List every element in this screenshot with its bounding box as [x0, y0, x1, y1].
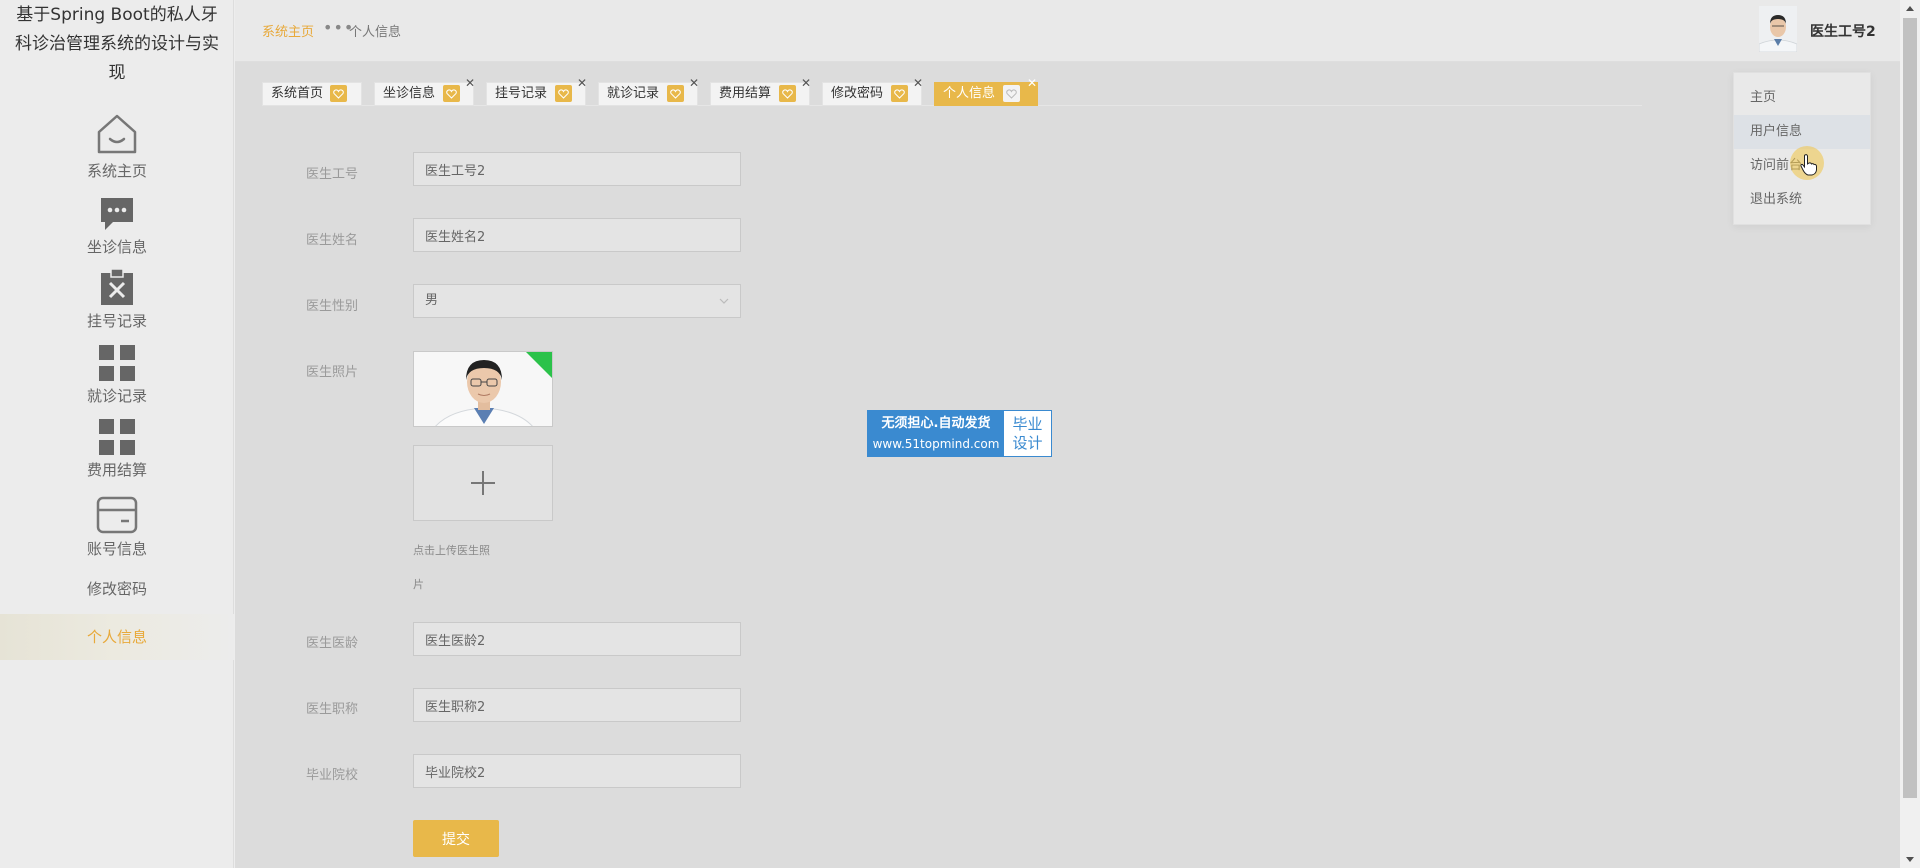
tab-label: 就诊记录	[607, 86, 660, 101]
heart-icon	[443, 85, 460, 102]
sidebar-item-label: 系统主页	[86, 162, 147, 180]
sidebar: 基于Spring Boot的私人牙科诊治管理系统的设计与实现 系统主页 坐诊信息…	[0, 0, 234, 868]
scrollbar-thumb[interactable]	[1903, 18, 1917, 798]
close-icon[interactable]: ✕	[801, 77, 811, 89]
card-icon	[96, 496, 138, 534]
close-icon[interactable]: ✕	[913, 77, 923, 89]
tab-registration[interactable]: 挂号记录 ✕	[486, 77, 587, 106]
close-icon[interactable]: ✕	[577, 77, 587, 89]
heart-icon	[667, 85, 684, 102]
sidebar-item-change-password[interactable]: 修改密码	[0, 566, 234, 612]
tab-profile[interactable]: 个人信息 ✕	[934, 77, 1038, 106]
graduate-school-field[interactable]	[413, 754, 741, 788]
sidebar-item-consultation[interactable]: 坐诊信息	[0, 196, 234, 257]
sidebar-item-account[interactable]: 账号信息	[0, 496, 234, 559]
heart-icon	[1003, 85, 1020, 102]
chat-icon	[101, 198, 133, 230]
sidebar-item-label: 坐诊信息	[86, 238, 147, 256]
doctor-seniority-field[interactable]	[413, 622, 741, 656]
tab-change-password[interactable]: 修改密码 ✕	[822, 77, 923, 106]
breadcrumb-current: 个人信息	[349, 25, 402, 40]
selected-value: 男	[425, 293, 439, 308]
tab-label: 挂号记录	[495, 86, 548, 101]
heart-icon	[891, 85, 908, 102]
chevron-down-icon	[719, 298, 729, 304]
avatar[interactable]	[1759, 6, 1797, 52]
graduate-school-label: 毕业院校	[306, 768, 359, 783]
tab-consultation[interactable]: 坐诊信息 ✕	[374, 77, 475, 106]
top-bar: 系统主页 ••• 个人信息 医生工号2	[235, 0, 1900, 62]
sidebar-item-label: 费用结算	[86, 461, 147, 479]
watermark-left: 无须担心.自动发货 www.51topmind.com	[868, 411, 1004, 456]
close-icon[interactable]: ✕	[689, 77, 699, 89]
vertical-scrollbar[interactable]	[1900, 0, 1920, 868]
sidebar-item-label: 挂号记录	[86, 312, 147, 330]
selected-corner-badge	[526, 352, 552, 378]
heart-icon	[555, 85, 572, 102]
tab-label: 费用结算	[719, 86, 772, 101]
photo-upload-button[interactable]	[413, 445, 553, 521]
tab-label: 修改密码	[831, 86, 884, 101]
doctor-name-label: 医生姓名	[306, 233, 359, 248]
sidebar-item-billing[interactable]: 费用结算	[0, 419, 234, 480]
doctor-title-label: 医生职称	[306, 702, 359, 717]
plus-icon	[471, 471, 495, 495]
watermark-right-line2: 设计	[1012, 434, 1043, 452]
sidebar-item-label: 就诊记录	[86, 387, 147, 405]
doctor-id-field[interactable]	[413, 152, 741, 186]
doctor-name-field[interactable]	[413, 218, 741, 252]
upload-hint-line1: 点击上传医生照	[413, 544, 490, 557]
main-content: 系统主页 ••• 个人信息 医生工号2 系统首页 坐诊信息 ✕ 挂号记录 ✕ 就…	[235, 0, 1900, 868]
tab-label: 系统首页	[271, 86, 324, 101]
sidebar-item-registration[interactable]: 挂号记录	[0, 268, 234, 331]
grid-icon	[99, 419, 135, 455]
watermark-right: 毕业 设计	[1004, 411, 1051, 456]
sidebar-item-label: 账号信息	[86, 540, 147, 558]
scroll-up-arrow-icon[interactable]	[1900, 0, 1920, 17]
heart-icon	[330, 85, 347, 102]
tab-billing[interactable]: 费用结算 ✕	[710, 77, 811, 106]
close-icon[interactable]: ✕	[465, 77, 475, 89]
submit-button[interactable]: 提交	[413, 820, 499, 857]
tab-bar: 系统首页 坐诊信息 ✕ 挂号记录 ✕ 就诊记录 ✕ 费用结算 ✕ 修改密码 ✕ …	[262, 77, 1642, 106]
tab-label: 个人信息	[943, 86, 996, 101]
sidebar-item-home[interactable]: 系统主页	[0, 112, 234, 181]
tab-visit-records[interactable]: 就诊记录 ✕	[598, 77, 699, 106]
upload-hint-line2: 片	[413, 578, 424, 591]
menu-item-user-info[interactable]: 用户信息	[1734, 115, 1870, 149]
menu-item-logout[interactable]: 退出系统	[1734, 183, 1870, 217]
menu-item-home[interactable]: 主页	[1734, 81, 1870, 115]
upload-hint: 点击上传医生照 片	[413, 534, 513, 602]
avatar-portrait	[1759, 6, 1797, 52]
doctor-id-label: 医生工号	[306, 167, 359, 182]
hand-cursor-icon	[1800, 154, 1817, 176]
sidebar-item-label: 修改密码	[86, 580, 147, 598]
sidebar-item-profile[interactable]: 个人信息	[0, 614, 234, 660]
tab-label: 坐诊信息	[383, 86, 436, 101]
doctor-photo-thumbnail[interactable]	[413, 351, 553, 427]
doctor-gender-select[interactable]: 男	[413, 284, 741, 318]
doctor-title-field[interactable]	[413, 688, 741, 722]
doctor-seniority-label: 医生医龄	[306, 636, 359, 651]
watermark-badge: 无须担心.自动发货 www.51topmind.com 毕业 设计	[867, 410, 1052, 457]
watermark-line1: 无须担心.自动发货	[881, 416, 991, 431]
breadcrumb-home[interactable]: 系统主页	[262, 21, 314, 40]
tab-home[interactable]: 系统首页	[262, 82, 362, 106]
watermark-url: www.51topmind.com	[872, 437, 1000, 451]
doctor-photo-label: 医生照片	[306, 365, 359, 380]
doctor-gender-label: 医生性别	[306, 299, 359, 314]
user-name[interactable]: 医生工号2	[1810, 21, 1876, 41]
heart-icon	[779, 85, 796, 102]
close-icon[interactable]: ✕	[1027, 77, 1037, 89]
home-icon	[97, 114, 137, 154]
sidebar-item-label: 个人信息	[86, 628, 147, 646]
clipboard-x-icon	[101, 268, 133, 305]
app-title: 基于Spring Boot的私人牙科诊治管理系统的设计与实现	[15, 5, 219, 83]
scroll-down-arrow-icon[interactable]	[1900, 851, 1920, 868]
sidebar-item-visit-records[interactable]: 就诊记录	[0, 345, 234, 406]
watermark-right-line1: 毕业	[1012, 415, 1043, 433]
grid-icon	[99, 345, 135, 381]
